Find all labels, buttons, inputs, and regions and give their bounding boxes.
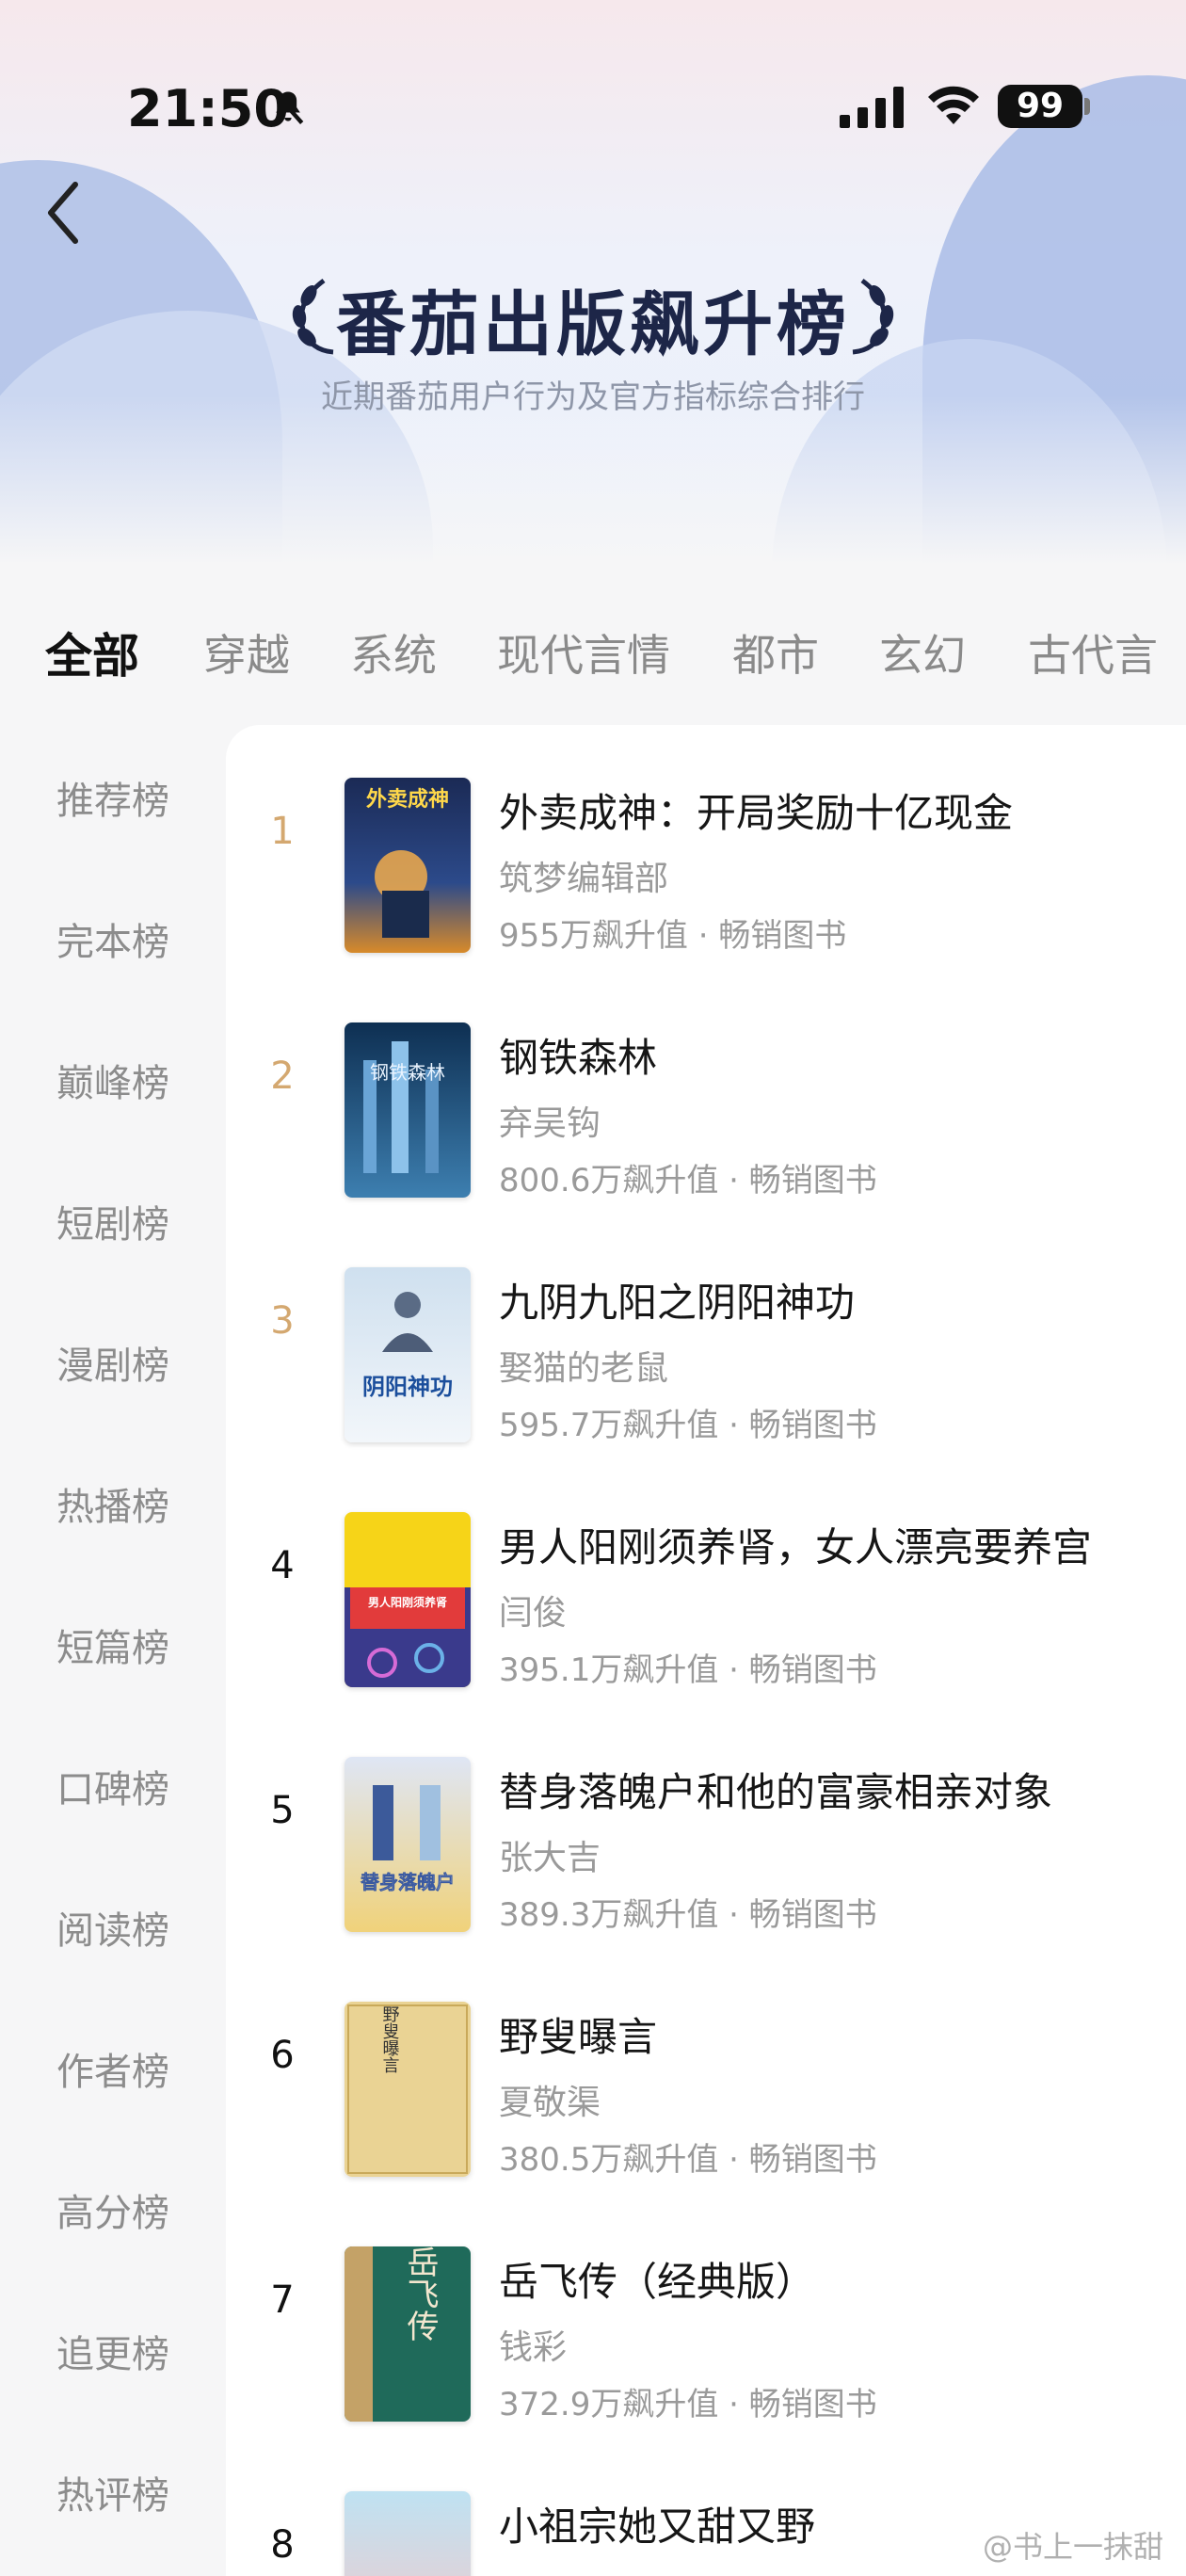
bell-muted-icon (272, 90, 304, 124)
book-row[interactable]: 3 阴阳神功 九阴九阳之阴阳神功 娶猫的老鼠 595.7万飙升值 · 畅销图书 (226, 1215, 1186, 1459)
tab-all[interactable]: 全部 (45, 619, 139, 686)
book-row[interactable]: 7 岳飞传 岳飞传（经典版） 钱彩 372.9万飙升值 · 畅销图书 (226, 2194, 1186, 2439)
category-tabs: 全部 穿越 系统 现代言情 都市 玄幻 古代言 (0, 565, 1186, 725)
book-cover[interactable] (345, 2491, 471, 2576)
sidebar-item-high-score[interactable]: 高分榜 (0, 2182, 226, 2237)
tab-fantasy[interactable]: 玄幻 (879, 621, 966, 684)
book-title[interactable]: 岳飞传（经典版） (499, 2250, 815, 2308)
book-row[interactable]: 2 钢铁森林 钢铁森林 弃吴钩 800.6万飙升值 · 畅销图书 (226, 970, 1186, 1215)
sidebar-item-following[interactable]: 追更榜 (0, 2324, 226, 2378)
svg-text:钢铁森林: 钢铁森林 (370, 1061, 445, 1084)
book-ranking-list: 1 外卖成神 外卖成神：开局奖励十亿现金 筑梦编辑部 955万飙升值 · 畅销图… (226, 725, 1186, 2576)
book-meta: 389.3万飙升值 · 畅销图书 (499, 1896, 877, 1934)
svg-text:替身落魄户: 替身落魄户 (361, 1871, 455, 1893)
sidebar-item-completed[interactable]: 完本榜 (0, 911, 226, 966)
tab-modern-romance[interactable]: 现代言情 (497, 621, 670, 684)
book-author: 张大吉 (499, 1839, 601, 1877)
book-cover[interactable]: 外卖成神 (345, 778, 471, 953)
book-author: 夏敬渠 (499, 2084, 601, 2122)
book-meta: 372.9万飙升值 · 畅销图书 (499, 2386, 877, 2423)
page-title: 番茄出版飙升榜 (336, 284, 850, 365)
svg-text:外卖成神: 外卖成神 (366, 787, 449, 812)
book-cover[interactable]: 岳飞传 (345, 2246, 471, 2422)
cellular-signal-icon (840, 87, 904, 128)
book-title[interactable]: 钢铁森林 (499, 1026, 657, 1084)
book-row[interactable]: 4 男人阳刚须养肾 男人阳刚须养肾，女人漂亮要养宫 闫俊 395.1万飙升值 ·… (226, 1459, 1186, 1704)
book-cover[interactable]: 替身落魄户 (345, 1757, 471, 1932)
tab-system[interactable]: 系统 (350, 621, 437, 684)
book-row[interactable]: 5 替身落魄户 替身落魄户和他的富豪相亲对象 张大吉 389.3万飙升值 · 畅… (226, 1704, 1186, 1949)
tab-time-travel[interactable]: 穿越 (203, 621, 290, 684)
status-time: 21:50 (127, 79, 289, 138)
rank-number: 8 (270, 2523, 295, 2567)
sidebar-item-reading[interactable]: 阅读榜 (0, 1900, 226, 1955)
book-title[interactable]: 九阴九阳之阴阳神功 (499, 1271, 855, 1328)
svg-text:男人阳刚须养肾: 男人阳刚须养肾 (368, 1595, 448, 1609)
rank-number: 2 (270, 1055, 295, 1098)
book-author: 娶猫的老鼠 (499, 1349, 669, 1388)
svg-text:野叟曝言: 野叟曝言 (380, 2005, 400, 2073)
book-cover[interactable]: 野叟曝言 (345, 2002, 471, 2177)
sidebar-item-hot-play[interactable]: 热播榜 (0, 1476, 226, 1531)
book-author: 弃吴钩 (499, 1104, 601, 1143)
book-meta: 955万飙升值 · 畅销图书 (499, 917, 847, 955)
sidebar-item-word-of-mouth[interactable]: 口碑榜 (0, 1759, 226, 1813)
sidebar-item-peak[interactable]: 巅峰榜 (0, 1053, 226, 1107)
rank-number: 7 (270, 2278, 295, 2322)
laurel-right-icon (852, 278, 894, 355)
book-row[interactable]: 6 野叟曝言 野叟曝言 夏敬渠 380.5万飙升值 · 畅销图书 (226, 1949, 1186, 2194)
book-title[interactable]: 替身落魄户和他的富豪相亲对象 (499, 1761, 1052, 1818)
rank-number: 5 (270, 1789, 295, 1832)
book-title[interactable]: 男人阳刚须养肾，女人漂亮要养宫 (499, 1516, 1092, 1573)
sidebar-item-short-drama[interactable]: 短剧榜 (0, 1194, 226, 1248)
page-subtitle: 近期番茄用户行为及官方指标综合排行 (321, 378, 865, 416)
back-arrow-icon[interactable] (38, 175, 90, 250)
sidebar-item-comic-drama[interactable]: 漫剧榜 (0, 1335, 226, 1390)
tab-urban[interactable]: 都市 (732, 621, 819, 684)
sidebar-item-hot-comments[interactable]: 热评榜 (0, 2465, 226, 2520)
book-author: 钱彩 (499, 2328, 568, 2367)
wifi-icon (928, 86, 979, 124)
book-title[interactable]: 小祖宗她又甜又野 (499, 2495, 815, 2552)
watermark: @书上一抹甜 (982, 2529, 1163, 2565)
book-title[interactable]: 野叟曝言 (499, 2005, 657, 2063)
book-meta: 395.1万飙升值 · 畅销图书 (499, 1651, 877, 1689)
rank-number: 1 (270, 810, 295, 853)
header-banner: 21:50 99 番茄出版飙升榜 近期番茄用户行为及官方指标综合排行 (0, 0, 1186, 565)
book-cover[interactable]: 钢铁森林 (345, 1022, 471, 1198)
book-cover[interactable]: 阴阳神功 (345, 1267, 471, 1442)
rank-number: 4 (270, 1544, 295, 1587)
status-bar: 21:50 99 (0, 0, 1186, 141)
tab-ancient-romance[interactable]: 古代言 (1028, 621, 1158, 684)
battery-indicator: 99 (998, 85, 1082, 128)
svg-text:阴阳神功: 阴阳神功 (362, 1374, 453, 1400)
svg-text:岳飞传: 岳飞传 (401, 2246, 439, 2342)
book-title[interactable]: 外卖成神：开局奖励十亿现金 (499, 781, 1013, 839)
book-cover[interactable]: 男人阳刚须养肾 (345, 1512, 471, 1687)
sidebar-item-short-story[interactable]: 短篇榜 (0, 1618, 226, 1672)
sidebar-item-recommended[interactable]: 推荐榜 (0, 770, 226, 825)
book-meta: 595.7万飙升值 · 畅销图书 (499, 1407, 877, 1444)
book-meta: 800.6万飙升值 · 畅销图书 (499, 1162, 877, 1199)
rank-number: 6 (270, 2034, 295, 2077)
book-row[interactable]: 1 外卖成神 外卖成神：开局奖励十亿现金 筑梦编辑部 955万飙升值 · 畅销图… (226, 725, 1186, 970)
sidebar-item-author[interactable]: 作者榜 (0, 2041, 226, 2096)
book-author: 筑梦编辑部 (499, 860, 669, 898)
book-meta: 380.5万飙升值 · 畅销图书 (499, 2141, 877, 2179)
ranking-sidebar: 推荐榜 完本榜 巅峰榜 短剧榜 漫剧榜 热播榜 短篇榜 口碑榜 阅读榜 作者榜 … (0, 725, 226, 2576)
book-author: 闫俊 (499, 1594, 568, 1633)
app-root: 21:50 99 番茄出版飙升榜 近期番茄用户行为及官方指标综合排行 全部 穿越… (0, 0, 1186, 2576)
rank-number: 3 (270, 1299, 295, 1343)
